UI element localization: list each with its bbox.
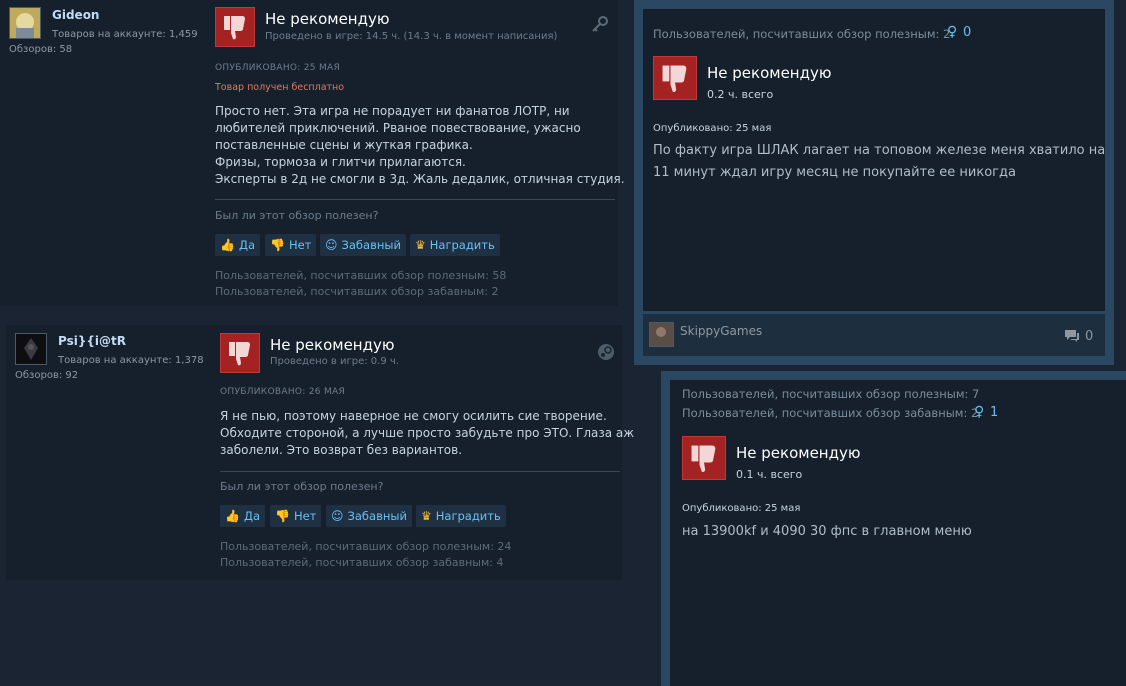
funny-count: Пользователей, посчитавших обзор забавны… <box>215 285 499 298</box>
thumbs-down-small-icon: 👎 <box>270 238 285 252</box>
helpful-question: Был ли этот обзор полезен? <box>215 209 379 222</box>
review-card-gideon: Gideon Товаров на аккаунте: 1,459 Обзоро… <box>0 0 625 306</box>
thumbs-up-icon: 👍 <box>225 509 240 523</box>
thumbs-down-badge[interactable] <box>215 7 255 47</box>
verdict-title[interactable]: Не рекомендую <box>736 444 861 462</box>
reviews-count[interactable]: Обзоров: 92 <box>15 370 78 381</box>
products-count[interactable]: Товаров на аккаунте: 1,459 <box>52 29 198 40</box>
review-body: Просто нет. Эта игра не порадует ни фана… <box>215 103 625 188</box>
verdict-title[interactable]: Не рекомендую <box>270 336 395 354</box>
thumbs-down-icon <box>662 65 687 93</box>
divider <box>215 199 615 200</box>
avatar-image-icon <box>10 8 40 38</box>
vote-no-button[interactable]: 👎 Нет <box>270 505 322 527</box>
review-body: на 13900kf и 4090 30 фпс в главном меню <box>682 521 972 543</box>
award-icon: ♀ <box>947 24 958 40</box>
review-card-right-2: Пользователей, посчитавших обзор полезны… <box>661 371 1126 686</box>
review-body-line: Просто нет. Эта игра не порадует ни фана… <box>215 104 570 118</box>
thumbs-down-icon <box>224 16 245 40</box>
review-body-line: любителей приключений. Рваное повествова… <box>215 121 581 135</box>
helpful-count: Пользователей, посчитавших обзор полезны… <box>653 27 951 41</box>
funny-count: Пользователей, посчитавших обзор забавны… <box>220 556 504 569</box>
posted-date: Опубликовано: 25 мая <box>653 123 772 134</box>
review-body-line: поставленные сцены и жуткая графика. <box>215 138 473 152</box>
vote-no-button[interactable]: 👎 Нет <box>265 234 317 256</box>
funny-count: Пользователей, посчитавших обзор забавны… <box>682 406 979 420</box>
comment-count: 0 <box>1085 329 1094 344</box>
avatar[interactable] <box>9 7 41 39</box>
thumbs-down-small-icon: 👎 <box>275 509 290 523</box>
thumbs-down-icon <box>691 445 716 473</box>
thumbs-down-icon <box>229 342 250 366</box>
products-count[interactable]: Товаров на аккаунте: 1,378 <box>58 355 204 366</box>
review-body-line: Фризы, тормоза и глитчи прилагаются. <box>215 155 466 169</box>
review-body-line: Эксперты в 2д не смогли в 3д. Жаль дедал… <box>215 172 625 186</box>
vote-yes-label: Да <box>243 509 260 523</box>
review-body: Я не пью, поэтому наверное не смогу осил… <box>220 408 634 459</box>
avatar-image-icon <box>16 334 46 364</box>
review-body-line: 11 минут ждал игру месяц не покупайте ее… <box>653 165 1016 180</box>
award-icon: ♛ <box>421 509 432 523</box>
smiley-icon: ☺ <box>331 509 344 523</box>
review-body-line: Я не пью, поэтому наверное не смогу осил… <box>220 409 607 423</box>
vote-yes-label: Да <box>238 238 255 252</box>
review-body-line: на 13900kf и 4090 30 фпс в главном меню <box>682 524 972 539</box>
award-icon: ♛ <box>415 238 426 252</box>
vote-funny-label: Забавный <box>341 238 401 252</box>
posted-date: ОПУБЛИКОВАНО: 25 МАЯ <box>215 63 341 73</box>
footer-avatar[interactable] <box>649 322 674 347</box>
posted-date: Опубликовано: 25 мая <box>682 503 801 514</box>
award-count: 0 <box>963 25 972 40</box>
avatar[interactable] <box>15 333 47 365</box>
award-icon: ♀ <box>974 404 985 420</box>
thumbs-down-badge[interactable] <box>653 56 697 100</box>
vote-funny-button[interactable]: ☺ Забавный <box>326 505 412 527</box>
playtime: 0.2 ч. всего <box>707 88 774 101</box>
review-card-psi: Psi}{i@tR Товаров на аккаунте: 1,378 Обз… <box>6 325 634 580</box>
helpful-question: Был ли этот обзор полезен? <box>220 480 384 493</box>
playtime: Проведено в игре: 0.9 ч. <box>270 356 399 367</box>
author-name[interactable]: Psi}{i@tR <box>58 334 126 348</box>
smiley-icon: ☺ <box>325 238 338 252</box>
author-name[interactable]: Gideon <box>52 8 99 22</box>
award-label: Наградить <box>435 509 501 523</box>
received-free-label: Товар получен бесплатно <box>215 82 345 93</box>
verdict-title[interactable]: Не рекомендую <box>265 10 390 28</box>
vote-yes-button[interactable]: 👍 Да <box>220 505 265 527</box>
verdict-title[interactable]: Не рекомендую <box>707 64 832 82</box>
steam-icon <box>597 343 615 365</box>
vote-funny-label: Забавный <box>347 509 407 523</box>
thumbs-down-badge[interactable] <box>220 333 260 373</box>
review-body: По факту игра ШЛАК лагает на топовом жел… <box>653 140 1105 184</box>
award-count: 1 <box>990 405 999 420</box>
award-label: Наградить <box>429 238 495 252</box>
review-body-line: По факту игра ШЛАК лагает на топовом жел… <box>653 143 1106 158</box>
avatar-image-icon <box>650 323 673 346</box>
posted-date: ОПУБЛИКОВАНО: 26 МАЯ <box>220 387 346 397</box>
award-button[interactable]: ♛ Наградить <box>410 234 500 256</box>
review-card-skippy: Пользователей, посчитавших обзор полезны… <box>634 0 1114 365</box>
thumbs-up-icon: 👍 <box>220 238 235 252</box>
review-body-line: заболели. Это возврат без вариантов. <box>220 443 463 457</box>
vote-funny-button[interactable]: ☺ Забавный <box>320 234 406 256</box>
footer-author-name[interactable]: SkippyGames <box>680 324 762 338</box>
award-button[interactable]: ♛ Наградить <box>416 505 506 527</box>
helpful-count: Пользователей, посчитавших обзор полезны… <box>682 387 980 401</box>
vote-no-label: Нет <box>293 509 317 523</box>
helpful-count: Пользователей, посчитавших обзор полезны… <box>220 540 512 553</box>
key-icon <box>591 15 609 37</box>
review-body-line: Обходите стороной, а лучше просто забудь… <box>220 426 635 440</box>
divider <box>220 471 620 472</box>
vote-yes-button[interactable]: 👍 Да <box>215 234 260 256</box>
comment-icon[interactable] <box>1064 329 1080 347</box>
playtime: Проведено в игре: 14.5 ч. (14.3 ч. в мом… <box>265 31 558 42</box>
helpful-count: Пользователей, посчитавших обзор полезны… <box>215 269 507 282</box>
thumbs-down-badge[interactable] <box>682 436 726 480</box>
playtime: 0.1 ч. всего <box>736 468 803 481</box>
vote-no-label: Нет <box>288 238 312 252</box>
reviews-count[interactable]: Обзоров: 58 <box>9 44 72 55</box>
